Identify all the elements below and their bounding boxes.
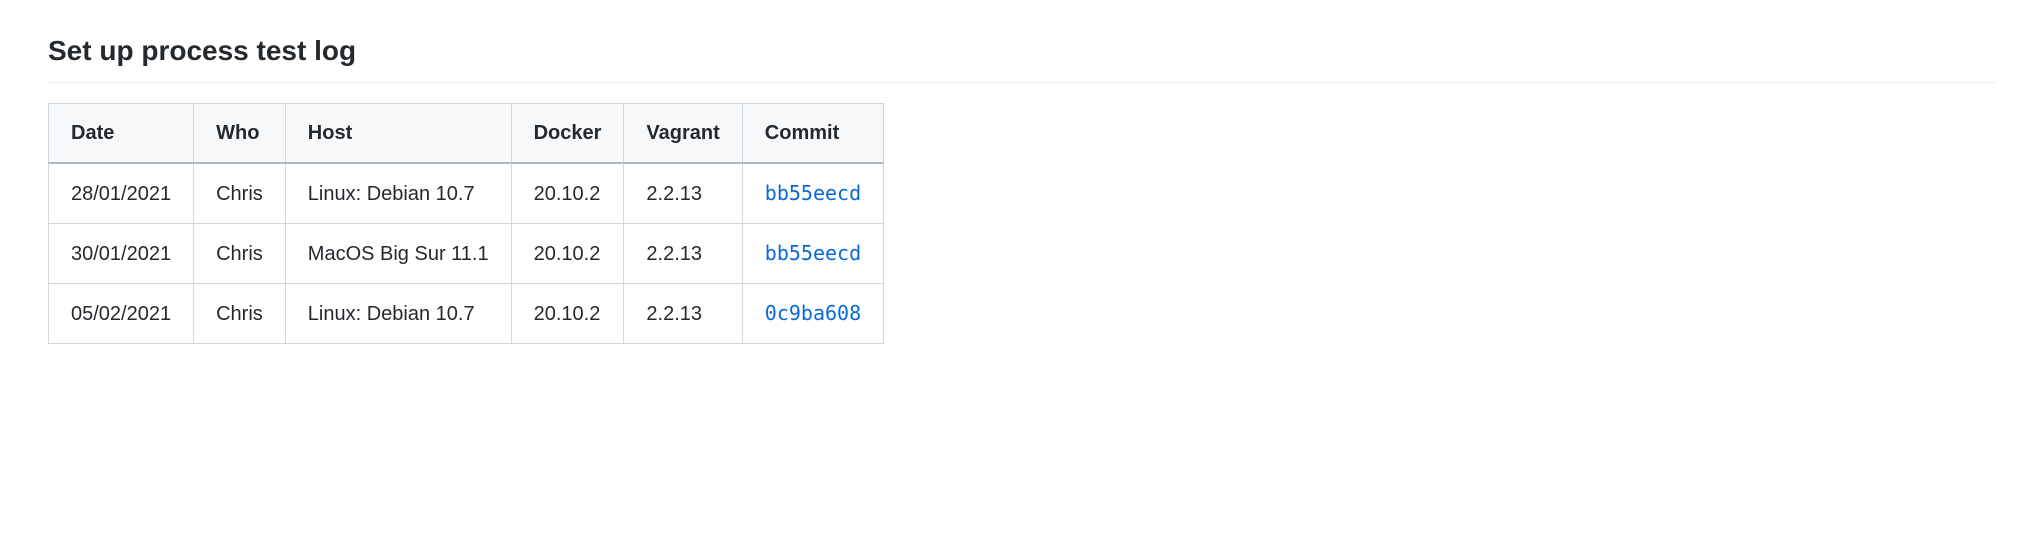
- col-header-vagrant: Vagrant: [624, 104, 742, 164]
- cell-who: Chris: [194, 163, 286, 224]
- col-header-date: Date: [49, 104, 194, 164]
- cell-host: MacOS Big Sur 11.1: [285, 224, 511, 284]
- table-row: 30/01/2021 Chris MacOS Big Sur 11.1 20.1…: [49, 224, 884, 284]
- table-row: 28/01/2021 Chris Linux: Debian 10.7 20.1…: [49, 163, 884, 224]
- cell-host: Linux: Debian 10.7: [285, 163, 511, 224]
- cell-commit: bb55eecd: [742, 224, 883, 284]
- cell-commit: 0c9ba608: [742, 284, 883, 344]
- commit-link[interactable]: bb55eecd: [765, 241, 861, 265]
- table-row: 05/02/2021 Chris Linux: Debian 10.7 20.1…: [49, 284, 884, 344]
- cell-docker: 20.10.2: [511, 163, 624, 224]
- cell-docker: 20.10.2: [511, 224, 624, 284]
- cell-commit: bb55eecd: [742, 163, 883, 224]
- cell-date: 28/01/2021: [49, 163, 194, 224]
- page-title: Set up process test log: [48, 30, 1996, 83]
- test-log-table: Date Who Host Docker Vagrant Commit 28/0…: [48, 103, 884, 344]
- col-header-host: Host: [285, 104, 511, 164]
- col-header-docker: Docker: [511, 104, 624, 164]
- col-header-who: Who: [194, 104, 286, 164]
- cell-who: Chris: [194, 284, 286, 344]
- commit-link[interactable]: bb55eecd: [765, 181, 861, 205]
- cell-vagrant: 2.2.13: [624, 163, 742, 224]
- cell-vagrant: 2.2.13: [624, 284, 742, 344]
- col-header-commit: Commit: [742, 104, 883, 164]
- cell-vagrant: 2.2.13: [624, 224, 742, 284]
- commit-link[interactable]: 0c9ba608: [765, 301, 861, 325]
- table-header-row: Date Who Host Docker Vagrant Commit: [49, 104, 884, 164]
- cell-who: Chris: [194, 224, 286, 284]
- cell-date: 30/01/2021: [49, 224, 194, 284]
- cell-date: 05/02/2021: [49, 284, 194, 344]
- cell-docker: 20.10.2: [511, 284, 624, 344]
- cell-host: Linux: Debian 10.7: [285, 284, 511, 344]
